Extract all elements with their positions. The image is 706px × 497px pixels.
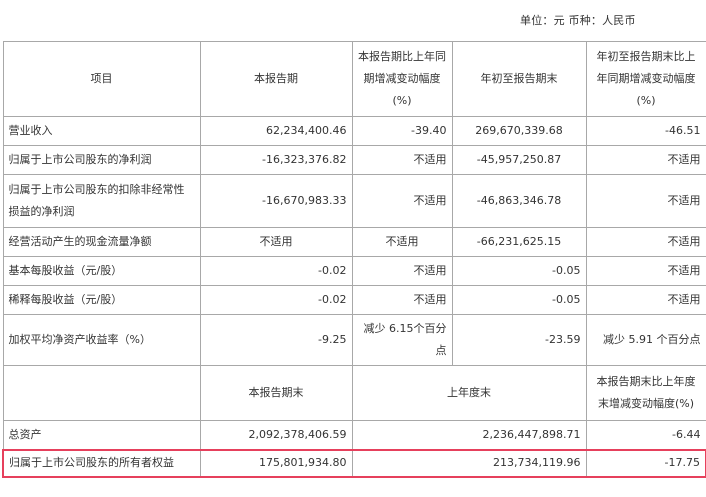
cell-current: -0.02 (199, 256, 353, 286)
cell-ytd-change: -46.51 (585, 116, 706, 146)
cell-ytd: -45,957,250.87 (451, 145, 587, 175)
cell-yoy: 不适用 (351, 256, 453, 286)
table-row: 加权平均净资产收益率（%） -9.25 减少 6.15个百分点 -23.59 减… (2, 314, 706, 366)
cell-current: -9.25 (199, 314, 353, 366)
cell-current: -16,323,376.82 (199, 145, 353, 175)
cell-change: -6.44 (585, 420, 706, 450)
table-row: 经营活动产生的现金流量净额 不适用 不适用 -66,231,625.15 不适用 (2, 227, 706, 257)
cell-ytd-change: 不适用 (585, 227, 706, 257)
table-row-highlighted: 归属于上市公司股东的所有者权益 175,801,934.80 213,734,1… (2, 448, 706, 478)
cell-ytd-change: 不适用 (585, 285, 706, 315)
row-label: 归属于上市公司股东的所有者权益 (2, 448, 201, 478)
header-period-end: 本报告期末 (199, 365, 353, 421)
table-row: 归属于上市公司股东的扣除非经常性损益的净利润 -16,670,983.33 不适… (2, 174, 706, 228)
cell-yoy: 不适用 (351, 174, 453, 228)
cell-ytd: -0.05 (451, 256, 587, 286)
cell-period-end: 2,092,378,406.59 (199, 420, 353, 450)
cell-prior-year-end: 213,734,119.96 (351, 448, 587, 478)
cell-prior-year-end: 2,236,447,898.71 (351, 420, 587, 450)
table-row: 归属于上市公司股东的净利润 -16,323,376.82 不适用 -45,957… (2, 145, 706, 175)
row-label: 经营活动产生的现金流量净额 (2, 227, 201, 257)
header-item: 项目 (2, 41, 201, 117)
header-period-end-change: 本报告期末比上年度末增减变动幅度(%) (585, 365, 706, 421)
table-row: 营业收入 62,234,400.46 -39.40 269,670,339.68… (2, 116, 706, 146)
table-row: 总资产 2,092,378,406.59 2,236,447,898.71 -6… (2, 420, 706, 450)
row-label: 归属于上市公司股东的净利润 (2, 145, 201, 175)
table-row: 基本每股收益（元/股） -0.02 不适用 -0.05 不适用 (2, 256, 706, 286)
header-ytd: 年初至报告期末 (451, 41, 587, 117)
table-row: 稀释每股收益（元/股） -0.02 不适用 -0.05 不适用 (2, 285, 706, 315)
unit-currency-note: 单位：元 币种：人民币 (520, 14, 636, 27)
cell-yoy: -39.40 (351, 116, 453, 146)
cell-current: -0.02 (199, 285, 353, 315)
table-header-row-2: 本报告期末 上年度末 本报告期末比上年度末增减变动幅度(%) (2, 365, 706, 421)
financial-data-table: 项目 本报告期 本报告期比上年同期增减变动幅度(%) 年初至报告期末 年初至报告… (2, 41, 706, 478)
cell-yoy: 不适用 (351, 145, 453, 175)
cell-current: -16,670,983.33 (199, 174, 353, 228)
row-label: 营业收入 (2, 116, 201, 146)
cell-yoy: 减少 6.15个百分点 (351, 314, 453, 366)
row-label: 基本每股收益（元/股） (2, 256, 201, 286)
header-current-period: 本报告期 (199, 41, 353, 117)
header2-blank (2, 365, 201, 421)
row-label: 归属于上市公司股东的扣除非经常性损益的净利润 (2, 174, 201, 228)
cell-yoy: 不适用 (351, 227, 453, 257)
cell-ytd-change: 不适用 (585, 145, 706, 175)
cell-current: 62,234,400.46 (199, 116, 353, 146)
cell-ytd-change: 不适用 (585, 256, 706, 286)
cell-ytd-change: 减少 5.91 个百分点 (585, 314, 706, 366)
cell-current: 不适用 (199, 227, 353, 257)
header-yoy-change: 本报告期比上年同期增减变动幅度(%) (351, 41, 453, 117)
row-label: 加权平均净资产收益率（%） (2, 314, 201, 366)
row-label: 稀释每股收益（元/股） (2, 285, 201, 315)
header-prior-year-end: 上年度末 (351, 365, 587, 421)
row-label: 总资产 (2, 420, 201, 450)
cell-ytd: -66,231,625.15 (451, 227, 587, 257)
cell-ytd: -23.59 (451, 314, 587, 366)
cell-ytd-change: 不适用 (585, 174, 706, 228)
cell-ytd: -0.05 (451, 285, 587, 315)
cell-change: -17.75 (585, 448, 706, 478)
table-header-row: 项目 本报告期 本报告期比上年同期增减变动幅度(%) 年初至报告期末 年初至报告… (2, 41, 706, 117)
header-ytd-change: 年初至报告期末比上年同期增减变动幅度(%) (585, 41, 706, 117)
cell-period-end: 175,801,934.80 (199, 448, 353, 478)
cell-yoy: 不适用 (351, 285, 453, 315)
cell-ytd: 269,670,339.68 (451, 116, 587, 146)
cell-ytd: -46,863,346.78 (451, 174, 587, 228)
